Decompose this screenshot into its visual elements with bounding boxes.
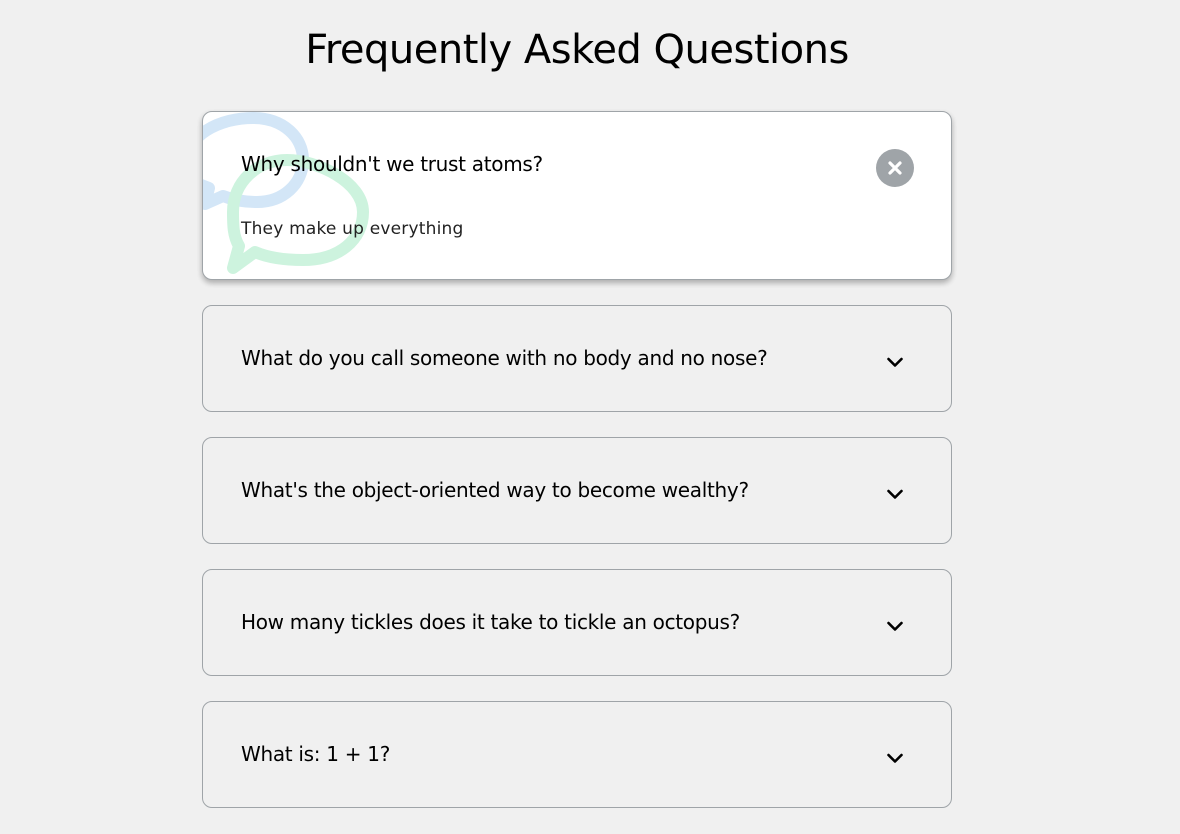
page-title: Frequently Asked Questions xyxy=(305,27,849,73)
chevron-down-icon xyxy=(887,621,903,631)
faq-question: How many tickles does it take to tickle … xyxy=(241,610,740,634)
faq-toggle-button[interactable] xyxy=(876,607,914,645)
faq-question: What do you call someone with no body an… xyxy=(241,346,768,370)
faq-item-5: What is: 1 + 1? xyxy=(202,701,952,808)
faq-item-2: What do you call someone with no body an… xyxy=(202,305,952,412)
chat-bubbles-icon xyxy=(203,112,369,274)
faq-toggle-button[interactable] xyxy=(876,343,914,381)
faq-question: What is: 1 + 1? xyxy=(241,742,391,766)
faq-toggle-button[interactable] xyxy=(876,739,914,777)
faq-item-3: What's the object-oriented way to become… xyxy=(202,437,952,544)
close-icon xyxy=(888,161,902,175)
chevron-down-icon xyxy=(887,357,903,367)
chevron-down-icon xyxy=(887,489,903,499)
chevron-down-icon xyxy=(887,753,903,763)
faq-list: Why shouldn't we trust atoms? They make … xyxy=(202,111,952,833)
faq-question: Why shouldn't we trust atoms? xyxy=(241,152,543,176)
faq-answer: They make up everything xyxy=(241,219,464,239)
faq-item-1: Why shouldn't we trust atoms? They make … xyxy=(202,111,952,280)
faq-toggle-button[interactable] xyxy=(876,475,914,513)
faq-toggle-button[interactable] xyxy=(876,149,914,187)
faq-item-4: How many tickles does it take to tickle … xyxy=(202,569,952,676)
faq-question: What's the object-oriented way to become… xyxy=(241,478,749,502)
